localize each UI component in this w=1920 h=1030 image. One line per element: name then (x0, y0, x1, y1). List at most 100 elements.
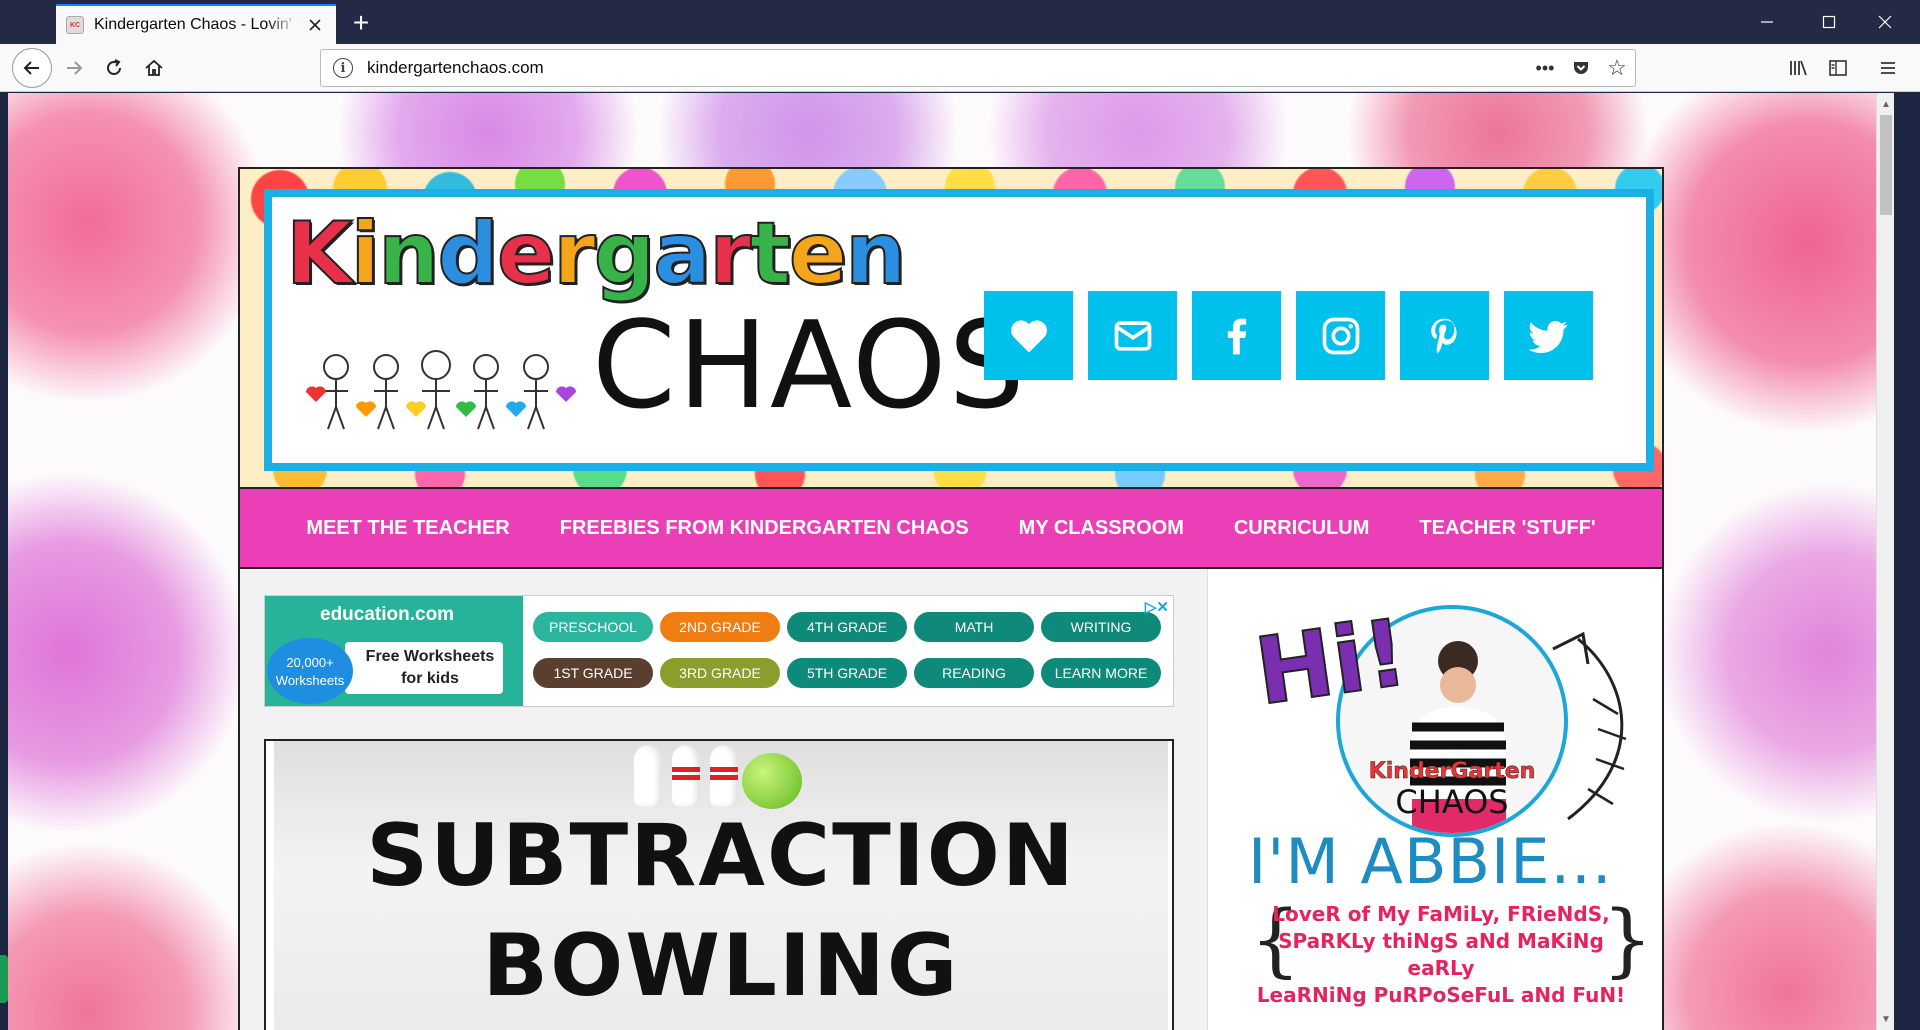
new-tab-button[interactable]: + (344, 6, 378, 40)
main-menu: MEET THE TEACHER FREEBIES FROM KINDERGAR… (240, 487, 1662, 569)
ad-pill-writing[interactable]: WRITING (1041, 612, 1161, 642)
tagline-line2: SPaRKLy thiNgS aNd MaKiNg eaRLy (1278, 929, 1604, 980)
sidebar: KinderGarten CHAOS Hi! I'M ABBIE... { } … (1208, 569, 1662, 1030)
menu-item-curriculum[interactable]: CURRICULUM (1234, 517, 1370, 540)
library-icon (1790, 60, 1807, 76)
logo-letter: i (350, 204, 382, 304)
site-logo-kindergarten[interactable]: Kindergarten (285, 210, 907, 298)
menu-button[interactable] (1870, 50, 1906, 86)
tab-close-icon[interactable] (304, 14, 326, 36)
ad-pill-2nd-grade[interactable]: 2ND GRADE (660, 612, 780, 642)
forward-button[interactable] (56, 50, 92, 86)
logo-letter: e (496, 204, 556, 304)
logo-letter: n (377, 204, 440, 304)
ad-badge-line1: 20,000+ (286, 655, 334, 670)
post-photo: SUBTRACTION BOWLING (274, 741, 1168, 1030)
kids-illustration-icon (306, 350, 576, 430)
bowling-pin-icon (710, 745, 738, 807)
site-header: Kindergarten CHAOS (240, 169, 1662, 487)
portrait-logo-top: KinderGarten (1368, 759, 1536, 785)
twitter-social-button[interactable] (1504, 291, 1593, 380)
ad-brand-panel[interactable]: education.com Free Worksheets for kids 2… (265, 596, 523, 706)
portrait-logo-bottom: CHAOS (1395, 783, 1509, 821)
ad-pill-1st-grade[interactable]: 1ST GRADE (533, 658, 653, 688)
scroll-thumb[interactable] (1880, 115, 1892, 215)
sidebar-intro-heading: I'M ABBIE... (1248, 825, 1613, 898)
scroll-down-icon[interactable]: ▼ (1877, 1010, 1894, 1028)
home-button[interactable] (136, 50, 172, 86)
logo-letter: r (708, 204, 752, 304)
side-feedback-tab[interactable] (0, 955, 8, 1003)
facebook-social-button[interactable] (1192, 291, 1281, 380)
heart-social-button[interactable] (984, 291, 1073, 380)
pinterest-social-button[interactable] (1400, 291, 1489, 380)
ad-pill-4th-grade[interactable]: 4TH GRADE (787, 612, 907, 642)
instagram-social-button[interactable] (1296, 291, 1385, 380)
bowling-pin-icon (672, 745, 700, 807)
post-title-line1: SUBTRACTION (366, 806, 1076, 906)
post-title-line2: BOWLING (482, 916, 960, 1016)
twitter-icon (1527, 320, 1567, 353)
site-logo-chaos[interactable]: CHAOS (592, 307, 1027, 427)
minimize-button[interactable] (1738, 0, 1796, 44)
logo-letter: e (788, 204, 848, 304)
ad-badge-line2: Worksheets (275, 673, 345, 688)
page-actions-icon[interactable]: ••• (1527, 50, 1563, 86)
menu-item-my-classroom[interactable]: MY CLASSROOM (1019, 517, 1184, 540)
facebook-icon (1227, 318, 1246, 354)
ad-pill-reading[interactable]: READING (914, 658, 1034, 688)
logo-letter: K (285, 204, 354, 304)
url-bar[interactable]: i kindergartenchaos.com ••• ☆ (320, 49, 1636, 87)
tab-title: Kindergarten Chaos - Lovin' the Little Y… (94, 16, 298, 33)
main-content: education.com Free Worksheets for kids 2… (240, 569, 1208, 1030)
browser-tab[interactable]: KC Kindergarten Chaos - Lovin' the Littl… (56, 4, 336, 44)
close-window-button[interactable] (1856, 0, 1914, 44)
ad-pill-3rd-grade[interactable]: 3RD GRADE (660, 658, 780, 688)
page-scrollbar[interactable]: ▲ ▼ (1876, 93, 1894, 1030)
logo-letter: d (436, 204, 500, 304)
arrow-left-icon (23, 61, 39, 75)
ad-choices-icon[interactable]: ▷✕ (1145, 598, 1169, 616)
bowling-pin-icon (634, 745, 662, 807)
url-text[interactable]: kindergartenchaos.com (367, 58, 1527, 78)
logo-letter: a (652, 204, 712, 304)
site-container: Kindergarten CHAOS MEET THE TEACHER FREE… (238, 167, 1664, 1030)
tagline-line1: LoveR of My FaMiLy, FRieNdS, (1272, 902, 1610, 926)
ad-pill-5th-grade[interactable]: 5TH GRADE (787, 658, 907, 688)
reload-icon (107, 59, 121, 75)
pocket-icon[interactable] (1563, 50, 1599, 86)
page-viewport: Kindergarten CHAOS MEET THE TEACHER FREE… (8, 93, 1894, 1030)
back-button[interactable] (12, 48, 52, 88)
email-social-button[interactable] (1088, 291, 1177, 380)
bowling-ball-icon (742, 753, 802, 809)
maximize-button[interactable] (1800, 0, 1858, 44)
social-links (984, 291, 1593, 380)
menu-item-meet-the-teacher[interactable]: MEET THE TEACHER (306, 517, 509, 540)
featured-post-image[interactable]: SUBTRACTION BOWLING (264, 739, 1174, 1030)
tagline-line3: LeaRNiNg PuRPoSeFuL aNd FuN! (1256, 983, 1626, 1007)
email-icon (1114, 320, 1151, 351)
logo-letter: n (844, 204, 907, 304)
sidebar-icon (1829, 60, 1847, 76)
library-button[interactable] (1780, 50, 1816, 86)
bookmark-star-icon[interactable]: ☆ (1599, 50, 1635, 86)
site-info-icon[interactable]: i (333, 58, 353, 78)
ad-pill-math[interactable]: MATH (914, 612, 1034, 642)
hamburger-menu-icon (1881, 62, 1895, 74)
browser-titlebar: KC Kindergarten Chaos - Lovin' the Littl… (0, 0, 1920, 44)
reload-button[interactable] (96, 50, 132, 86)
logo-letter: g (593, 204, 657, 304)
arrow-right-icon (67, 61, 83, 75)
ad-cloud-text: Free Worksheets for kids (365, 646, 495, 690)
menu-item-freebies[interactable]: FREEBIES FROM KINDERGARTEN CHAOS (560, 517, 969, 540)
sidebar-toggle-button[interactable] (1820, 50, 1856, 86)
ad-cloud-line1: Free Worksheets (365, 648, 495, 665)
scroll-up-icon[interactable]: ▲ (1877, 95, 1894, 113)
education-ad-banner[interactable]: education.com Free Worksheets for kids 2… (264, 595, 1174, 707)
ad-worksheets-badge: 20,000+ Worksheets (267, 638, 353, 704)
ad-pill-preschool[interactable]: PRESCHOOL (533, 612, 653, 642)
menu-item-teacher-stuff[interactable]: TEACHER 'STUFF' (1419, 517, 1595, 540)
ad-cloud-line2: for kids (401, 670, 459, 687)
tab-favicon-icon: KC (66, 16, 84, 34)
ad-pill-learn-more[interactable]: LEARN MORE (1041, 658, 1161, 688)
